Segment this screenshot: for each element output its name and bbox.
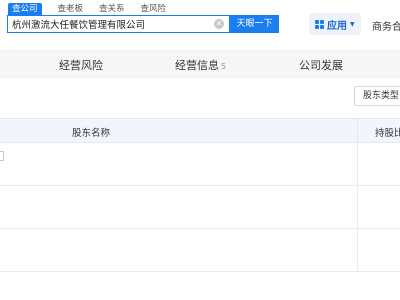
apps-button[interactable]: 应用 ▼ xyxy=(309,13,361,35)
table-row xyxy=(0,143,400,186)
table-header: 股东名称 持股比 xyxy=(0,118,400,143)
clear-icon[interactable]: ✕ xyxy=(214,19,224,29)
business-link[interactable]: 商务合 xyxy=(372,18,400,33)
tab-search-boss[interactable]: 查老板 xyxy=(54,3,88,15)
caret-down-icon: ▼ xyxy=(350,20,355,28)
table-row xyxy=(0,229,400,272)
tab-search-risk[interactable]: 查风险 xyxy=(137,3,171,15)
grid-icon xyxy=(315,19,324,29)
column-divider xyxy=(357,143,358,185)
nav-count: 5 xyxy=(221,62,227,71)
search-button[interactable]: 天眼一下 xyxy=(230,15,279,33)
column-divider xyxy=(357,229,358,271)
row-marker xyxy=(0,151,4,161)
nav-label: 经营信息 xyxy=(175,59,219,72)
column-divider xyxy=(357,186,358,228)
nav-business-risk[interactable]: 经营风险 xyxy=(59,57,103,73)
top-bar: 查公司 查老板 查关系 查风险 ✕ 天眼一下 应用 ▼ 商务合 xyxy=(0,0,400,50)
nav-company-development[interactable]: 公司发展 xyxy=(299,57,343,73)
column-header-shareholder-name: 股东名称 xyxy=(72,128,111,139)
column-divider xyxy=(357,119,358,142)
table-row xyxy=(0,186,400,229)
section-nav: 经营风险 经营信息 5 公司发展 xyxy=(0,50,400,78)
tab-search-company[interactable]: 查公司 xyxy=(8,3,42,15)
apps-label: 应用 xyxy=(327,20,347,32)
column-header-shareholding: 持股比 xyxy=(375,128,400,139)
search-box: ✕ xyxy=(7,15,230,33)
search-input[interactable] xyxy=(12,17,208,31)
nav-business-info[interactable]: 经营信息 5 xyxy=(175,57,226,73)
nav-label: 公司发展 xyxy=(299,59,343,72)
nav-label: 经营风险 xyxy=(59,59,103,72)
tab-search-relation[interactable]: 查关系 xyxy=(95,3,129,15)
shareholder-type-filter[interactable]: 股东类型 xyxy=(354,86,400,106)
